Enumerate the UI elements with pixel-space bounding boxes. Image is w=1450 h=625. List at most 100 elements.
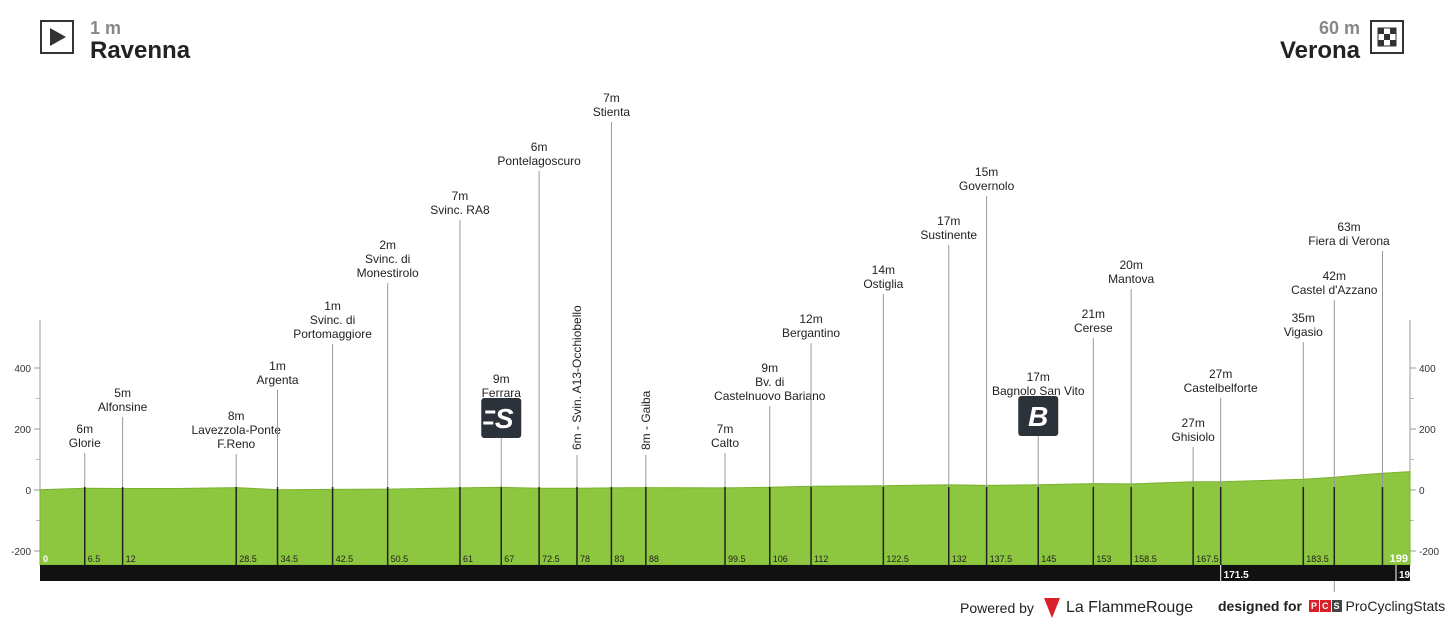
waypoint-altitude: 1m <box>269 359 286 373</box>
waypoint-name: Ferrara <box>482 386 522 400</box>
waypoint-name: Portomaggiore <box>293 327 372 341</box>
km-tick-label: 28.5 <box>239 554 257 564</box>
distance-bar <box>40 565 1410 581</box>
waypoint-altitude: 12m <box>799 312 822 326</box>
km-tick-label: 145 <box>1041 554 1056 564</box>
waypoint-altitude: 21m <box>1082 307 1105 321</box>
waypoint-name: Mantova <box>1108 272 1154 286</box>
waypoint-name: Cerese <box>1074 321 1113 335</box>
la-flamme-rouge-logo-icon <box>1043 598 1060 618</box>
pcs-letter: C <box>1320 600 1331 612</box>
km-tick-label: 112 <box>814 554 828 564</box>
y-tick-label: -200 <box>11 547 31 558</box>
waypoint-name: Governolo <box>959 179 1015 193</box>
powered-by-label: Powered by <box>960 600 1034 616</box>
km-tick-label: 6.5 <box>88 554 101 564</box>
km-tick-label: 42.5 <box>336 554 354 564</box>
designed-for: designed for P C S ProCyclingStats <box>1218 598 1445 614</box>
waypoint-name: Bagnolo San Vito <box>992 384 1085 398</box>
waypoint-vertical-label: 6m - Svin. A13-Occhiobello <box>570 305 584 450</box>
km-tick-label: 72.5 <box>542 554 560 564</box>
badge-letter: B <box>1028 401 1048 432</box>
waypoint-altitude: 2m <box>379 238 396 252</box>
waypoint-altitude: 9m <box>761 361 778 375</box>
pcs-logo-icon: P C S <box>1308 600 1342 612</box>
waypoint-name: Ghisiolo <box>1171 430 1215 444</box>
waypoint-name: Lavezzola-Ponte <box>192 423 282 437</box>
waypoint-name: Castelbelforte <box>1184 381 1258 395</box>
km-tick-label: 199 <box>1390 553 1408 565</box>
y-tick-label: 0 <box>1419 486 1425 497</box>
designed-for-label: designed for <box>1218 598 1303 614</box>
waypoint-altitude: 6m <box>531 140 548 154</box>
waypoint-altitude: 6m <box>76 422 93 436</box>
waypoint-altitude: 9m <box>493 372 510 386</box>
waypoint-name: Sustinente <box>920 228 977 242</box>
waypoint-name: Svinc. di <box>365 252 410 266</box>
km-tick-label: 50.5 <box>391 554 409 564</box>
badge-letter: S <box>495 403 514 434</box>
waypoint-vertical-label: 8m - Gaiba <box>639 390 653 450</box>
waypoint-name: Castelnuovo Bariano <box>714 389 826 403</box>
km-tick-label: 61 <box>463 554 473 564</box>
waypoint-altitude: 7m <box>717 422 734 436</box>
waypoint-name: Alfonsine <box>98 400 148 414</box>
waypoint-name: Pontelagoscuro <box>497 154 581 168</box>
waypoint-name: Bv. di <box>755 375 784 389</box>
waypoint-name: Castel d'Azzano <box>1291 283 1378 297</box>
waypoint-altitude: 15m <box>975 165 998 179</box>
km-tick-label: 78 <box>580 554 590 564</box>
km-tick-label: 0 <box>43 554 48 564</box>
y-tick-label: -200 <box>1419 547 1439 558</box>
waypoint-altitude: 7m <box>603 91 620 105</box>
waypoint-altitude: 63m <box>1337 220 1360 234</box>
km-tick-label: 34.5 <box>281 554 299 564</box>
waypoint-name: Calto <box>711 436 739 450</box>
waypoint-altitude: 14m <box>872 263 895 277</box>
waypoint-name: Stienta <box>593 105 631 119</box>
waypoint-altitude: 5m <box>114 386 131 400</box>
waypoint-name: Monestirolo <box>357 266 419 280</box>
y-tick-label: 400 <box>14 364 31 375</box>
waypoint-altitude: 7m <box>452 189 469 203</box>
waypoint-altitude: 1m <box>324 299 341 313</box>
waypoint-name: Svinc. di <box>310 313 355 327</box>
waypoint-name: Ostiglia <box>863 277 903 291</box>
km-tick-label: 12 <box>126 554 136 564</box>
la-flamme-rouge-name: La FlammeRouge <box>1065 599 1194 616</box>
bar-tick-label: 171.5 <box>1224 570 1249 581</box>
km-tick-label: 167.5 <box>1196 554 1219 564</box>
waypoint-altitude: 27m <box>1209 367 1232 381</box>
powered-by: Powered by La FlammeRouge <box>960 598 1193 618</box>
y-tick-label: 200 <box>14 425 31 436</box>
stage-profile-chart: -200 -200 0 0 200 200 400 400 0 6.5 12 28.5 34.5 42.5… <box>11 91 1439 592</box>
km-tick-label: 137.5 <box>990 554 1013 564</box>
waypoint-name: Glorie <box>69 436 101 450</box>
waypoint-altitude: 27m <box>1181 416 1204 430</box>
km-tick-label: 99.5 <box>728 554 746 564</box>
pcs-name: ProCyclingStats <box>1345 598 1446 614</box>
km-tick-label: 183.5 <box>1306 554 1329 564</box>
km-tick-label: 88 <box>649 554 659 564</box>
waypoint-name: Argenta <box>256 373 298 387</box>
pcs-letter: P <box>1309 600 1320 612</box>
y-tick-label: 0 <box>25 486 31 497</box>
km-tick-label: 153 <box>1096 554 1111 564</box>
waypoint-name: F.Reno <box>217 437 255 451</box>
waypoint-altitude: 42m <box>1323 269 1346 283</box>
km-tick-label: 132 <box>952 554 967 564</box>
bar-tick-label: 19 <box>1399 570 1411 581</box>
waypoint-altitude: 35m <box>1292 311 1315 325</box>
pcs-letter: S <box>1331 600 1342 612</box>
waypoint-altitude: 17m <box>1027 370 1050 384</box>
waypoint-altitude: 17m <box>937 214 960 228</box>
km-tick-label: 67 <box>504 554 514 564</box>
waypoint-altitude: 8m <box>228 409 245 423</box>
km-tick-label: 122.5 <box>886 554 909 564</box>
waypoint-altitude: 20m <box>1120 258 1143 272</box>
km-tick-label: 106 <box>773 554 788 564</box>
waypoint-name: Vigasio <box>1284 325 1323 339</box>
waypoint-name: Svinc. RA8 <box>430 203 490 217</box>
km-tick-label: 158.5 <box>1134 554 1157 564</box>
waypoint-name: Fiera di Verona <box>1308 234 1390 248</box>
